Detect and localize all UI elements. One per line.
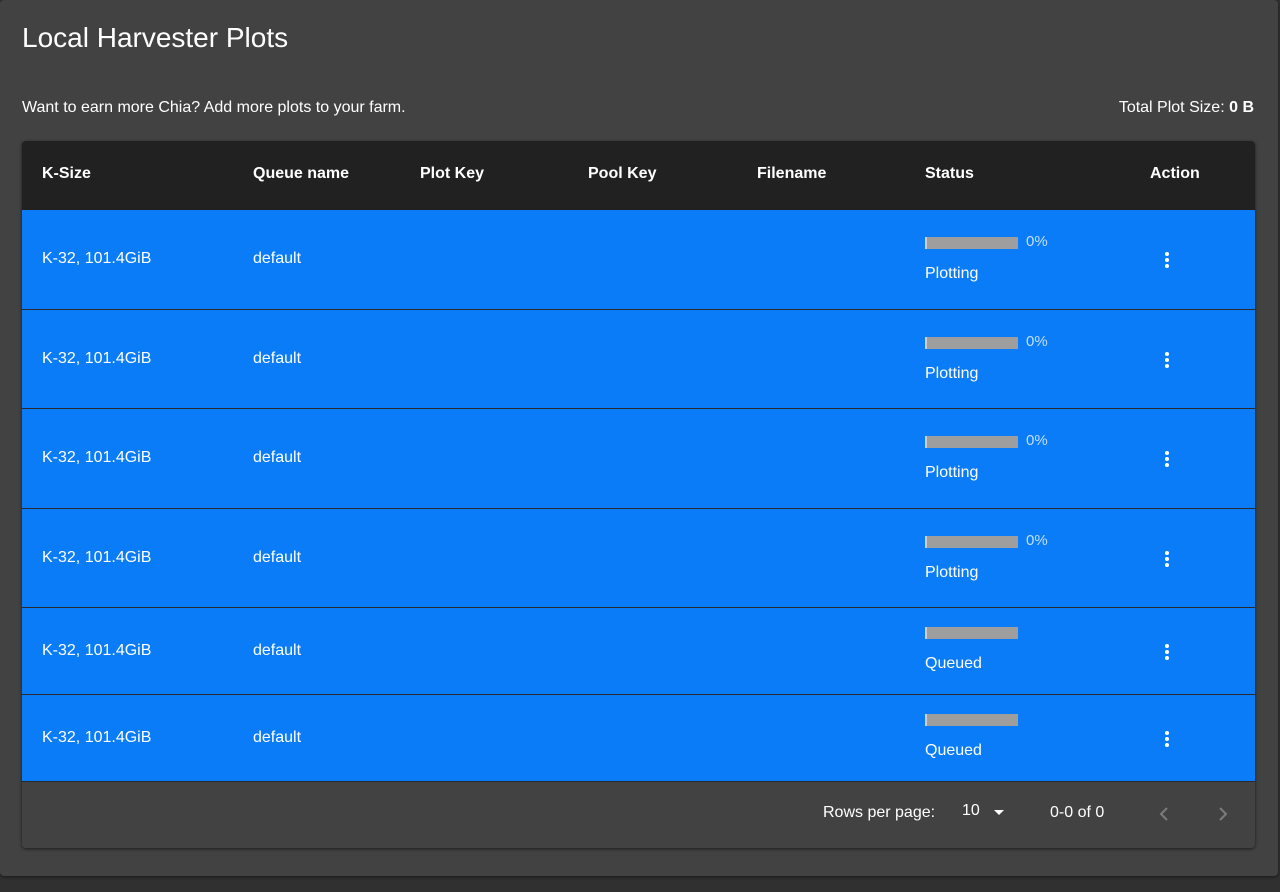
status-text: Plotting: [925, 464, 979, 481]
progress-percent: 0%: [1026, 432, 1048, 449]
queue-name-cell: default: [253, 349, 302, 367]
column-header-pool-key[interactable]: Pool Key: [588, 141, 656, 210]
column-header-filename[interactable]: Filename: [757, 141, 826, 210]
total-plot-size-label: Total Plot Size:: [1118, 99, 1230, 116]
more-vert-dot: [1165, 742, 1169, 747]
rows-per-page-value: 10: [962, 802, 980, 819]
more-vert-dot: [1165, 463, 1169, 467]
table-row[interactable]: K-32, 101.4GiB default 0% Plotting: [22, 409, 1255, 509]
next-page-button[interactable]: [1211, 802, 1235, 826]
more-vert-icon[interactable]: [1155, 727, 1179, 751]
more-vert-dot: [1165, 649, 1169, 654]
progress-bar: [925, 436, 1018, 448]
table-pagination: Rows per page: 10 0-0 of 0: [22, 782, 1255, 848]
progress-percent: 0%: [1026, 233, 1048, 250]
queue-name-cell: default: [253, 548, 302, 566]
queue-name-cell: default: [253, 250, 302, 267]
more-vert-dot: [1165, 351, 1169, 356]
previous-page-button[interactable]: [1152, 802, 1176, 826]
column-header-ksize[interactable]: K-Size: [42, 141, 91, 210]
harvester-plots-card: Local Harvester Plots Want to earn more …: [0, 0, 1278, 876]
progress-percent: 0%: [1026, 333, 1048, 350]
more-vert-dot: [1165, 457, 1169, 461]
progress-bar: [925, 536, 1018, 548]
more-vert-icon[interactable]: [1155, 348, 1179, 372]
status-text: Queued: [925, 655, 982, 672]
more-vert-icon[interactable]: [1155, 640, 1179, 664]
column-header-plot-key[interactable]: Plot Key: [420, 141, 484, 210]
table-header: K-Size Queue name Plot Key Pool Key File…: [22, 141, 1255, 210]
table-row[interactable]: K-32, 101.4GiB default Queued: [22, 695, 1255, 782]
more-vert-dot: [1165, 258, 1169, 262]
more-vert-dot: [1165, 264, 1169, 268]
page-subtitle: Want to earn more Chia? Add more plots t…: [22, 99, 406, 116]
more-vert-dot: [1165, 550, 1169, 555]
chevron-right-icon: [1219, 807, 1228, 821]
plots-table: K-Size Queue name Plot Key Pool Key File…: [22, 141, 1255, 848]
ksize-cell: K-32, 101.4GiB: [42, 449, 152, 466]
pagination-range: 0-0 of 0: [1050, 804, 1105, 821]
total-plot-size-value: 0 B: [1229, 99, 1254, 116]
more-vert-dot: [1165, 736, 1169, 741]
column-header-status[interactable]: Status: [925, 141, 974, 210]
ksize-cell: K-32, 101.4GiB: [42, 548, 152, 566]
rows-per-page-select[interactable]: 10: [962, 802, 1010, 826]
column-header-action: Action: [1150, 165, 1200, 182]
more-vert-dot: [1165, 451, 1169, 455]
status-text: Plotting: [925, 265, 979, 282]
more-vert-dot: [1165, 730, 1169, 735]
chevron-left-icon: [1159, 807, 1168, 821]
rows-per-page-label: Rows per page:: [823, 804, 936, 821]
table-row[interactable]: K-32, 101.4GiB default 0% Plotting: [22, 210, 1255, 310]
queue-name-cell: default: [253, 449, 302, 466]
more-vert-dot: [1165, 252, 1169, 256]
caret-down-icon: [994, 810, 1004, 815]
status-text: Plotting: [925, 564, 979, 581]
table-row[interactable]: K-32, 101.4GiB default 0% Plotting: [22, 310, 1255, 409]
table-row[interactable]: K-32, 101.4GiB default Queued: [22, 608, 1255, 695]
progress-bar: [925, 337, 1018, 349]
queue-name-cell: default: [253, 728, 302, 746]
status-text: Queued: [925, 742, 982, 759]
more-vert-dot: [1165, 643, 1169, 648]
progress-percent: 0%: [1026, 532, 1048, 549]
progress-bar: [925, 714, 1018, 726]
status-text: Plotting: [925, 365, 979, 382]
more-vert-icon[interactable]: [1155, 547, 1179, 571]
total-plot-size: Total Plot Size: 0 B: [1119, 98, 1254, 118]
more-vert-icon[interactable]: [1155, 447, 1179, 471]
more-vert-dot: [1165, 655, 1169, 660]
more-vert-icon[interactable]: [1155, 248, 1179, 272]
progress-bar: [925, 627, 1018, 639]
ksize-cell: K-32, 101.4GiB: [42, 250, 152, 267]
more-vert-dot: [1165, 363, 1169, 368]
page-title: Local Harvester Plots: [22, 22, 289, 53]
progress-bar: [925, 237, 1018, 249]
queue-name-cell: default: [253, 641, 302, 659]
more-vert-dot: [1165, 357, 1169, 362]
ksize-cell: K-32, 101.4GiB: [42, 349, 152, 367]
ksize-cell: K-32, 101.4GiB: [42, 641, 152, 659]
ksize-cell: K-32, 101.4GiB: [42, 728, 152, 746]
table-row[interactable]: K-32, 101.4GiB default 0% Plotting: [22, 509, 1255, 608]
column-header-queue-name[interactable]: Queue name: [253, 141, 349, 210]
more-vert-dot: [1165, 562, 1169, 567]
more-vert-dot: [1165, 556, 1169, 561]
